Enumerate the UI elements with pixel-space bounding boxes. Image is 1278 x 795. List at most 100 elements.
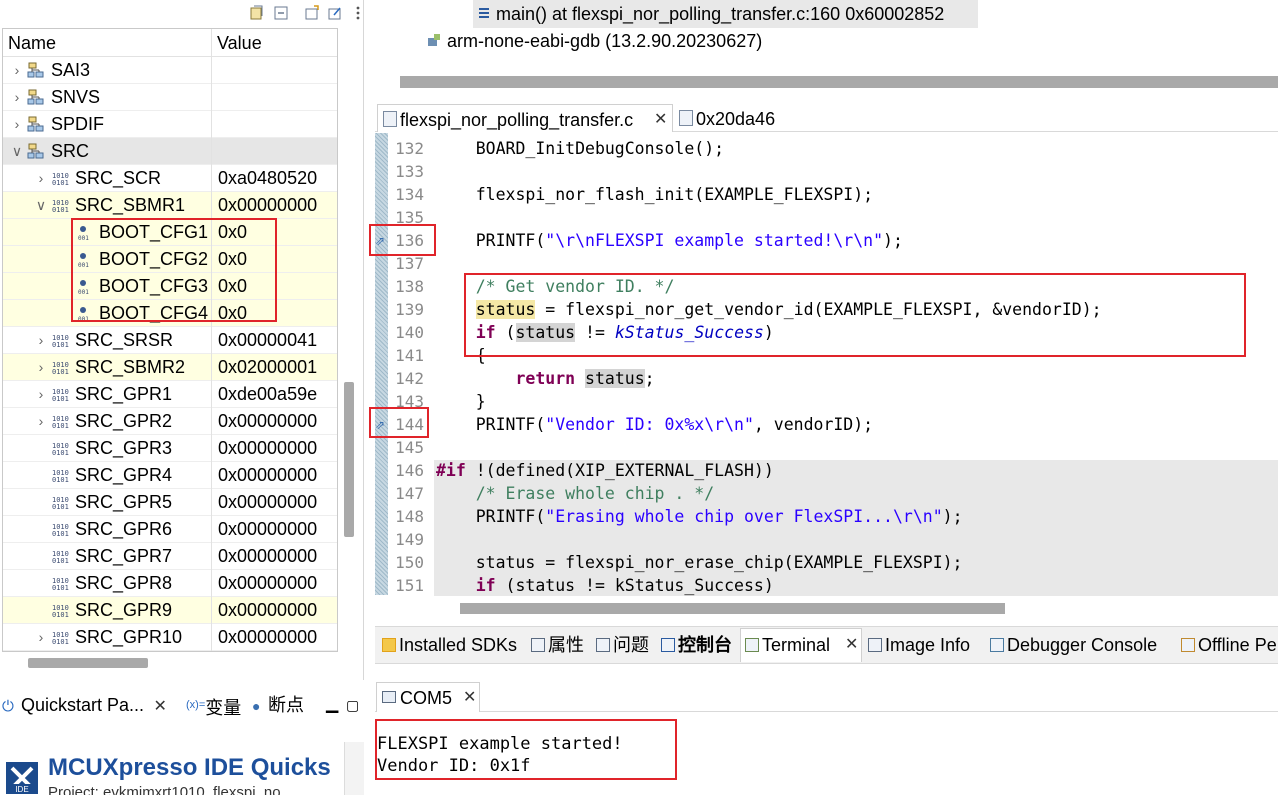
code-line[interactable]: } xyxy=(436,390,486,413)
bottom-tab[interactable]: Offline Pe xyxy=(1181,632,1277,658)
bottom-tab[interactable]: Installed SDKs xyxy=(382,632,517,658)
tree-row[interactable]: › 1010 0101 SRC_SRSR 0x00000041 xyxy=(3,327,337,354)
code-line[interactable]: /* Erase whole chip . */ xyxy=(436,482,714,505)
tab-disassembly-address[interactable]: 0x20da46 xyxy=(674,104,794,132)
register-value[interactable]: 0x00000000 xyxy=(212,597,337,624)
collapse-all-icon[interactable] xyxy=(273,5,289,21)
register-value[interactable]: 0x00000000 xyxy=(212,516,337,543)
column-header-name[interactable]: Name xyxy=(3,29,212,57)
refresh-icon[interactable] xyxy=(249,5,265,21)
chevron-right-icon[interactable]: › xyxy=(11,84,23,111)
code-line[interactable]: if (status != kStatus_Success) xyxy=(436,574,774,597)
highlight-line-136 xyxy=(369,224,436,256)
bottom-tab[interactable]: Debugger Console xyxy=(990,632,1157,658)
register-value[interactable]: 0x00000000 xyxy=(212,624,337,651)
register-value[interactable]: 0xde00a59e xyxy=(212,381,337,408)
chevron-down-icon[interactable]: ∨ xyxy=(11,138,23,165)
code-line[interactable]: return status; xyxy=(436,367,655,390)
svg-text:0101: 0101 xyxy=(52,476,69,484)
tree-row[interactable]: 1010 0101 SRC_GPR3 0x00000000 xyxy=(3,435,337,462)
chevron-right-icon[interactable]: › xyxy=(35,165,47,192)
chevron-right-icon[interactable]: › xyxy=(35,408,47,435)
bottom-tab[interactable]: 属性 xyxy=(531,632,584,658)
close-icon[interactable]: ✕ xyxy=(149,698,167,715)
chevron-right-icon[interactable]: › xyxy=(35,327,47,354)
bottom-tab[interactable]: Terminal xyxy=(745,632,830,658)
bottom-tab[interactable]: Image Info xyxy=(868,632,970,658)
tree-row[interactable]: › 1010 0101 SRC_GPR10 0x00000000 xyxy=(3,624,337,651)
register-rows: › SAI3 › SNVS › SPDIF ∨ SRC › 1010 0101 SRC_SCR 0xa0… xyxy=(3,57,337,651)
svg-text:0101: 0101 xyxy=(52,179,69,187)
tab-variables[interactable]: (x)=变量 xyxy=(186,692,241,718)
tab-quickstart[interactable]: ⏻ Quickstart Pa... ✕ xyxy=(2,692,167,718)
register-value[interactable] xyxy=(212,57,337,84)
stack-frame-label: main() at flexspi_nor_polling_transfer.c… xyxy=(496,4,945,24)
code-line[interactable]: PRINTF("Vendor ID: 0x%x\r\n", vendorID); xyxy=(436,413,873,436)
bottom-tab[interactable]: 问题 xyxy=(596,632,649,658)
bottom-tab[interactable]: 控制台 xyxy=(661,632,732,658)
register-value[interactable]: 0x00000000 xyxy=(212,570,337,597)
code-line[interactable]: flexspi_nor_flash_init(EXAMPLE_FLEXSPI); xyxy=(436,183,873,206)
tab-com5[interactable]: COM5 ✕ xyxy=(376,682,480,712)
tree-row[interactable]: › SAI3 xyxy=(3,57,337,84)
pin-icon[interactable] xyxy=(327,5,343,21)
tab-breakpoints[interactable]: ● 断点 xyxy=(252,692,304,718)
close-icon[interactable]: ✕ xyxy=(463,683,476,713)
highlight-line-144 xyxy=(369,407,429,438)
register-value[interactable]: 0x00000000 xyxy=(212,462,337,489)
tree-row[interactable]: › 1010 0101 SRC_GPR2 0x00000000 xyxy=(3,408,337,435)
view-menu-icon[interactable] xyxy=(350,5,366,21)
register-value[interactable] xyxy=(212,111,337,138)
tree-row[interactable]: 1010 0101 SRC_GPR7 0x00000000 xyxy=(3,543,337,570)
register-value[interactable]: 0x00000041 xyxy=(212,327,337,354)
tree-row[interactable]: 1010 0101 SRC_GPR9 0x00000000 xyxy=(3,597,337,624)
gdb-process-label[interactable]: arm-none-eabi-gdb (13.2.90.20230627) xyxy=(447,27,762,55)
register-value[interactable]: 0xa0480520 xyxy=(212,165,337,192)
editor-horizontal-scrollbar[interactable] xyxy=(460,603,1005,614)
debug-horizontal-scrollbar[interactable] xyxy=(400,76,1278,88)
minimize-icon[interactable]: ▁ xyxy=(326,692,338,718)
tree-row[interactable]: 1010 0101 SRC_GPR4 0x00000000 xyxy=(3,462,337,489)
close-icon[interactable]: ✕ xyxy=(845,632,858,658)
chevron-right-icon[interactable]: › xyxy=(11,111,23,138)
tree-row[interactable]: 1010 0101 SRC_GPR5 0x00000000 xyxy=(3,489,337,516)
register-value[interactable]: 0x00000000 xyxy=(212,543,337,570)
close-icon[interactable]: ✕ xyxy=(654,105,667,133)
register-value[interactable]: 0x00000000 xyxy=(212,192,337,219)
chevron-right-icon[interactable]: › xyxy=(35,381,47,408)
code-line[interactable]: status = flexspi_nor_erase_chip(EXAMPLE_… xyxy=(436,551,963,574)
tree-row[interactable]: 1010 0101 SRC_GPR8 0x00000000 xyxy=(3,570,337,597)
register-value[interactable] xyxy=(212,138,337,165)
tree-row[interactable]: ∨ 1010 0101 SRC_SBMR1 0x00000000 xyxy=(3,192,337,219)
tree-row[interactable]: ∨ SRC xyxy=(3,138,337,165)
tree-row[interactable]: 1010 0101 SRC_GPR6 0x00000000 xyxy=(3,516,337,543)
code-line[interactable]: PRINTF("\r\nFLEXSPI example started!\r\n… xyxy=(436,229,903,252)
register-value[interactable]: 0x00000000 xyxy=(212,489,337,516)
register-icon: 1010 0101 xyxy=(51,602,69,619)
chevron-down-icon[interactable]: ∨ xyxy=(35,192,47,219)
chevron-right-icon[interactable]: › xyxy=(11,57,23,84)
code-line[interactable]: PRINTF("Erasing whole chip over FlexSPI.… xyxy=(436,505,963,528)
chevron-right-icon[interactable]: › xyxy=(35,354,47,381)
register-value[interactable]: 0x02000001 xyxy=(212,354,337,381)
tree-row[interactable]: › SNVS xyxy=(3,84,337,111)
register-value[interactable]: 0x00000000 xyxy=(212,435,337,462)
code-line[interactable]: BOARD_InitDebugConsole(); xyxy=(436,137,724,160)
tree-row[interactable]: › 1010 0101 SRC_SBMR2 0x02000001 xyxy=(3,354,337,381)
tree-vertical-scrollbar[interactable] xyxy=(344,382,354,537)
line-number: 142 xyxy=(395,369,424,388)
register-value[interactable] xyxy=(212,84,337,111)
chevron-right-icon[interactable]: › xyxy=(35,624,47,651)
tree-horizontal-scrollbar[interactable] xyxy=(28,658,148,668)
register-value[interactable]: 0x00000000 xyxy=(212,408,337,435)
tree-row[interactable]: › 1010 0101 SRC_SCR 0xa0480520 xyxy=(3,165,337,192)
register-tree[interactable]: Name Value › SAI3 › SNVS › SPDIF ∨ SRC › 1010 0101… xyxy=(2,28,338,652)
column-header-value[interactable]: Value xyxy=(212,29,337,57)
tree-row[interactable]: › SPDIF xyxy=(3,111,337,138)
tab-flexspi-nor-polling-transfer-c[interactable]: flexspi_nor_polling_transfer.c ✕ xyxy=(377,104,673,132)
tree-row[interactable]: › 1010 0101 SRC_GPR1 0xde00a59e xyxy=(3,381,337,408)
maximize-icon[interactable]: ▢ xyxy=(346,692,359,718)
code-line[interactable]: #if !(defined(XIP_EXTERNAL_FLASH)) xyxy=(436,459,774,482)
new-window-icon[interactable] xyxy=(304,5,320,21)
quickstart-scrollbar[interactable] xyxy=(344,742,364,795)
